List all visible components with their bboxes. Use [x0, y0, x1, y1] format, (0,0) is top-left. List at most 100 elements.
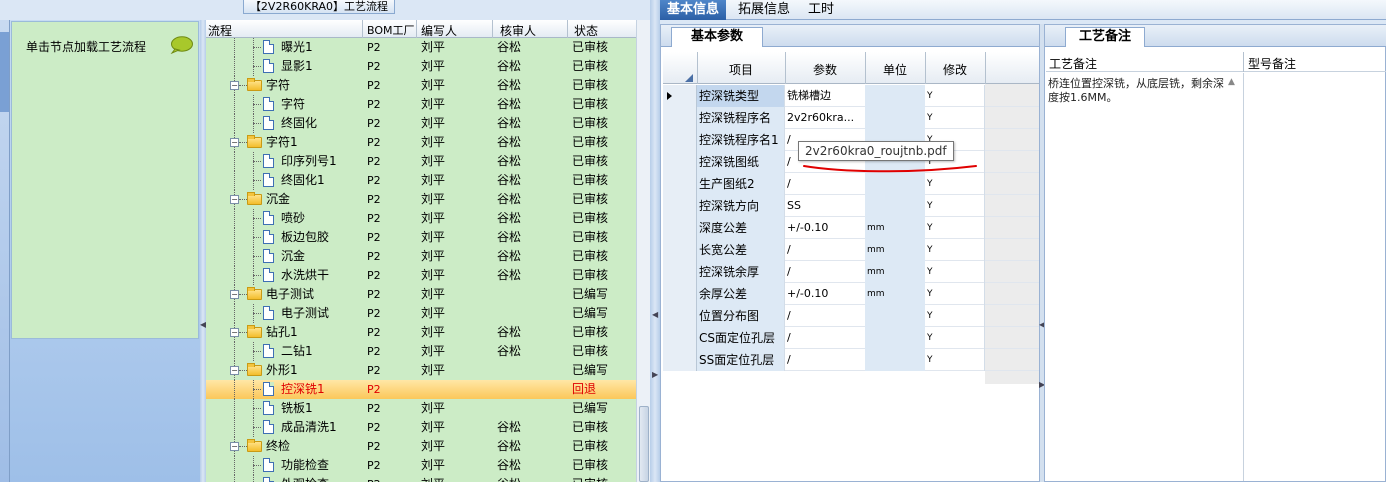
param-value-cell[interactable]: / — [785, 261, 865, 283]
col-header-checker[interactable]: 核审人 — [500, 22, 536, 39]
tree-collapse-icon[interactable]: − — [230, 328, 239, 337]
flow-row[interactable]: − 沉金 P2 刘平 谷松 已审核 — [206, 190, 636, 209]
col-header-writer[interactable]: 编写人 — [421, 22, 457, 39]
flow-row[interactable]: 铣板1 P2 刘平 已编写 — [206, 399, 636, 418]
param-row[interactable]: SS面定位孔层 / Y — [663, 349, 1039, 371]
nav-tab-marker[interactable] — [0, 32, 9, 112]
flow-row[interactable]: 外观检查 P2 刘平 谷松 已审核 — [206, 475, 636, 482]
row-indicator[interactable] — [663, 195, 697, 217]
param-unit-cell[interactable] — [865, 195, 925, 217]
flow-row[interactable]: 水洗烘干 P2 刘平 谷松 已审核 — [206, 266, 636, 285]
param-modify-flag[interactable]: Y — [925, 239, 985, 261]
row-indicator[interactable] — [663, 151, 697, 173]
param-row[interactable]: 长宽公差 / mm Y — [663, 239, 1039, 261]
flow-row[interactable]: − 钻孔1 P2 刘平 谷松 已审核 — [206, 323, 636, 342]
row-indicator[interactable] — [663, 349, 697, 371]
col-header-modify[interactable]: 修改 — [925, 61, 985, 78]
tab-basic-params[interactable]: 基本参数 — [671, 27, 763, 47]
tab-basic-info[interactable]: 基本信息 — [660, 0, 727, 20]
flow-row[interactable]: 终固化 P2 刘平 谷松 已审核 — [206, 114, 636, 133]
param-unit-cell[interactable] — [865, 327, 925, 349]
flow-row[interactable]: 控深铣1 P2 回退 — [206, 380, 636, 399]
flow-row[interactable]: − 电子测试 P2 刘平 已编写 — [206, 285, 636, 304]
param-value-cell[interactable]: / — [785, 327, 865, 349]
param-modify-flag[interactable]: Y — [925, 107, 985, 129]
flow-row[interactable]: 终固化1 P2 刘平 谷松 已审核 — [206, 171, 636, 190]
tree-collapse-icon[interactable]: − — [230, 290, 239, 299]
param-unit-cell[interactable] — [865, 107, 925, 129]
tree-collapse-icon[interactable]: − — [230, 81, 239, 90]
row-indicator[interactable] — [663, 261, 697, 283]
row-indicator[interactable] — [663, 173, 697, 195]
middle-splitter[interactable]: ◀ ▶ — [650, 0, 660, 482]
left-nav-strip[interactable] — [0, 20, 10, 482]
param-value-cell[interactable]: / — [785, 305, 865, 327]
row-indicator[interactable] — [663, 217, 697, 239]
param-unit-cell[interactable]: mm — [865, 283, 925, 305]
flow-row[interactable]: 印序列号1 P2 刘平 谷松 已审核 — [206, 152, 636, 171]
row-indicator[interactable] — [663, 129, 697, 151]
param-row[interactable]: 控深铣程序名 2v2r60kra... Y — [663, 107, 1039, 129]
param-modify-flag[interactable]: Y — [925, 195, 985, 217]
process-notes-text[interactable]: 桥连位置控深铣，从底层铣，剩余深度按1.6MM。 — [1048, 77, 1228, 105]
row-indicator[interactable] — [663, 107, 697, 129]
flow-row[interactable]: 电子测试 P2 刘平 已编写 — [206, 304, 636, 323]
param-value-cell[interactable]: SS — [785, 195, 865, 217]
param-value-cell[interactable]: +/-0.10 — [785, 283, 865, 305]
flow-row[interactable]: − 终检 P2 刘平 谷松 已审核 — [206, 437, 636, 456]
expand-right-icon[interactable]: ▶ — [652, 370, 658, 379]
row-indicator[interactable] — [663, 283, 697, 305]
tab-work-hours[interactable]: 工时 — [801, 0, 841, 20]
flow-row[interactable]: 板边包胶 P2 刘平 谷松 已审核 — [206, 228, 636, 247]
param-modify-flag[interactable]: Y — [925, 349, 985, 371]
param-row[interactable]: 深度公差 +/-0.10 mm Y — [663, 217, 1039, 239]
tab-process-notes[interactable]: 工艺备注 — [1065, 27, 1145, 47]
param-modify-flag[interactable]: Y — [925, 85, 985, 107]
col-header-param[interactable]: 参数 — [785, 61, 865, 78]
param-row[interactable]: 控深铣方向 SS Y — [663, 195, 1039, 217]
col-header-process-notes[interactable]: 工艺备注 — [1049, 55, 1097, 72]
flow-row[interactable]: − 外形1 P2 刘平 已编写 — [206, 361, 636, 380]
current-row-arrow-icon[interactable] — [663, 85, 697, 107]
param-modify-flag[interactable]: Y — [925, 283, 985, 305]
flow-row[interactable]: 字符 P2 刘平 谷松 已审核 — [206, 95, 636, 114]
flow-row[interactable]: 二钻1 P2 刘平 谷松 已审核 — [206, 342, 636, 361]
flow-row[interactable]: 成品清洗1 P2 刘平 谷松 已审核 — [206, 418, 636, 437]
notes-scroll-up-icon[interactable]: ▲ — [1228, 77, 1240, 97]
param-value-cell[interactable]: +/-0.10 — [785, 217, 865, 239]
flow-row[interactable]: − 字符1 P2 刘平 谷松 已审核 — [206, 133, 636, 152]
flow-row[interactable]: 显影1 P2 刘平 谷松 已审核 — [206, 57, 636, 76]
tree-collapse-icon[interactable]: − — [230, 195, 239, 204]
col-header-model-notes[interactable]: 型号备注 — [1248, 55, 1296, 72]
col-header-status[interactable]: 状态 — [574, 22, 598, 39]
param-unit-cell[interactable] — [865, 85, 925, 107]
param-value-cell[interactable]: / — [785, 239, 865, 261]
collapse-right-icon[interactable]: ◀ — [652, 310, 658, 319]
param-value-cell[interactable]: 2v2r60kra... — [785, 107, 865, 129]
load-flow-card[interactable]: 单击节点加载工艺流程 — [11, 21, 199, 339]
flow-row[interactable]: 沉金 P2 刘平 谷松 已审核 — [206, 247, 636, 266]
param-modify-flag[interactable]: Y — [925, 305, 985, 327]
param-unit-cell[interactable]: mm — [865, 261, 925, 283]
tree-collapse-icon[interactable]: − — [230, 138, 239, 147]
row-indicator[interactable] — [663, 305, 697, 327]
param-unit-cell[interactable] — [865, 305, 925, 327]
param-value-cell[interactable]: 铣梯槽边 — [785, 85, 865, 107]
flow-row[interactable]: 功能检查 P2 刘平 谷松 已审核 — [206, 456, 636, 475]
param-modify-flag[interactable]: Y — [925, 217, 985, 239]
flow-row[interactable]: 喷砂 P2 刘平 谷松 已审核 — [206, 209, 636, 228]
param-unit-cell[interactable]: mm — [865, 217, 925, 239]
tab-extended-info[interactable]: 拓展信息 — [731, 0, 797, 20]
col-header-bom[interactable]: BOM工厂 — [367, 22, 415, 38]
param-unit-cell[interactable]: mm — [865, 239, 925, 261]
flow-tree-grid[interactable]: 流程 BOM工厂 编写人 核审人 状态 曝光1 P2 刘平 谷松 已审核 显影1 P2 刘平谷… — [206, 20, 636, 482]
param-row[interactable]: 余厚公差 +/-0.10 mm Y — [663, 283, 1039, 305]
row-indicator[interactable] — [663, 239, 697, 261]
flow-scrollbar[interactable] — [636, 20, 650, 482]
param-row[interactable]: 控深铣余厚 / mm Y — [663, 261, 1039, 283]
select-all-corner-icon[interactable] — [685, 74, 693, 82]
param-modify-flag[interactable]: Y — [925, 261, 985, 283]
param-row[interactable]: 控深铣类型 铣梯槽边 Y — [663, 85, 1039, 107]
flow-row[interactable]: − 字符 P2 刘平 谷松 已审核 — [206, 76, 636, 95]
col-header-item[interactable]: 项目 — [697, 61, 785, 78]
